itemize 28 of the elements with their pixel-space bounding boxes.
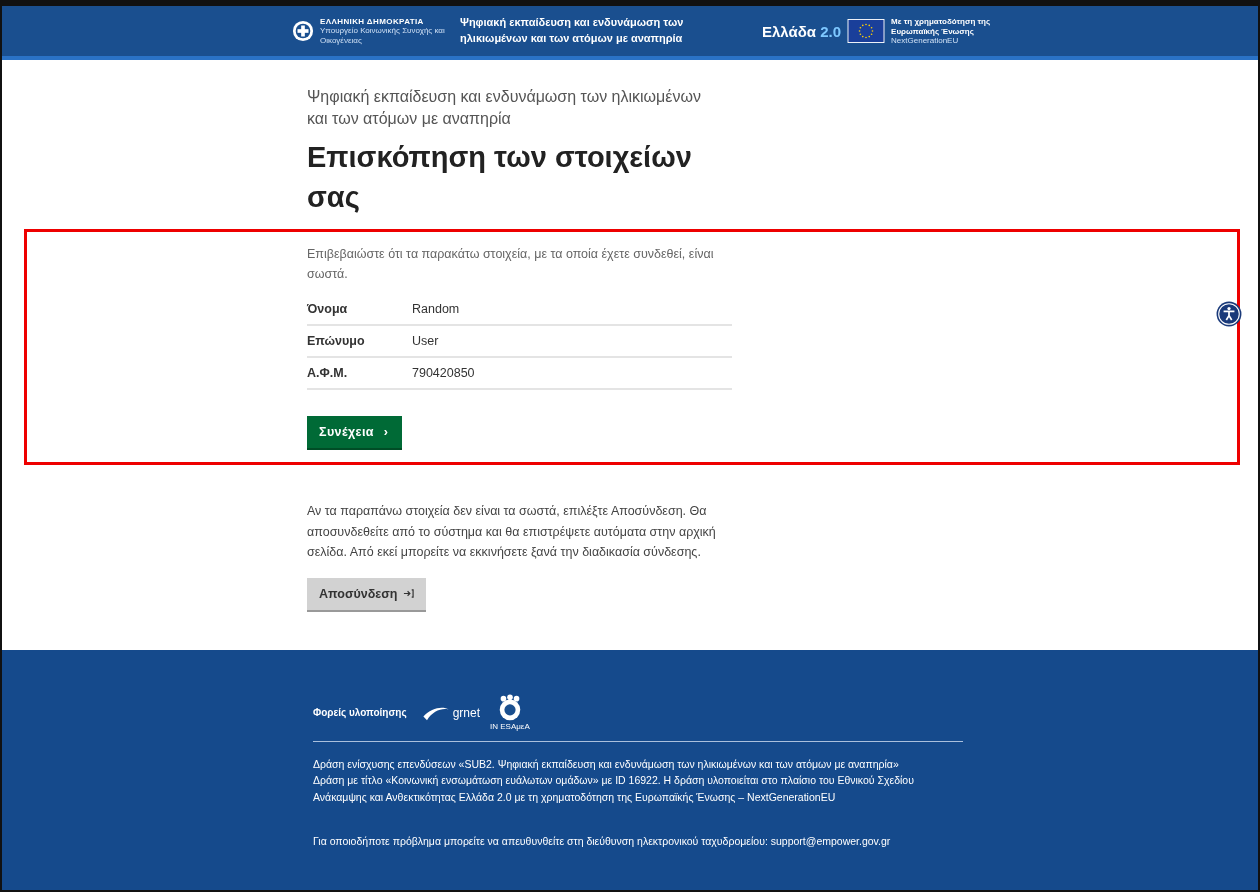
brand-logo: Ελλάδα 2.0 — [762, 22, 842, 40]
detail-label: Όνομα — [307, 301, 349, 316]
intro-text: Επιβεβαιώστε ότι τα παρακάτω στοιχεία, με τα οποία έχετε συνδεθεί, είναι σωστά. — [307, 245, 715, 283]
footer-description: Δράση ενίσχυσης επενδύσεων «SUB2. Ψηφιακή εκπαίδευση και ενδυνάμωση των ηλικιωμένων και των ατόμων με αναπηρία» — [313, 757, 900, 772]
detail-value: 790420850 — [412, 365, 475, 380]
inesamea-logo-text: IN ESAμεA — [490, 722, 530, 731]
detail-value: Random — [412, 301, 460, 316]
contact-text: Για οποιοδήποτε πρόβλημα μπορείτε να απευθυνθείτε στη διεύθυνση ηλεκτρονικού ταχυδρομείου: support@empower.gov.gr — [313, 834, 892, 847]
page-title: Επισκόπηση των στοιχείων σας — [307, 139, 693, 216]
sign-in-arrow-icon — [403, 588, 415, 600]
eu-flag-icon — [847, 19, 886, 43]
continue-button[interactable]: Συνέχεια › — [307, 415, 403, 450]
eu-funding-text: Με τη χρηματοδότηση της Ευρωπαϊκής Ένωσης — [891, 17, 992, 36]
ministry-name: Υπουργείο Κοινωνικής Συνοχής και Οικογένειας — [320, 26, 446, 45]
emblem-icon — [292, 20, 314, 42]
eu-program-text: NextGenerationEU — [891, 35, 959, 45]
ministry-title: ΕΛΛΗΝΙΚΗ ΔΗΜΟΚΡΑΤΙΑ — [320, 17, 425, 27]
grnet-logo-text: grnet — [452, 705, 480, 720]
detail-label: Επώνυμο — [307, 333, 366, 348]
partners-label: Φορείς υλοποίησης — [313, 707, 407, 718]
detail-value: User — [412, 333, 439, 348]
page-subtitle: Ψηφιακή εκπαίδευση και ενδυνάμωση των ηλικιωμένων και των ατόμων με αναπηρία — [307, 87, 702, 130]
accessibility-icon[interactable] — [1216, 301, 1242, 327]
site-title: Ψηφιακή εκπαίδευση και ενδυνάμωση των ηλικιωμένων και των ατόμων με αναπηρία — [460, 15, 685, 46]
detail-label: Α.Φ.Μ. — [307, 365, 349, 380]
footer-description: Δράση με τίτλο «Κοινωνική ενσωμάτωση ευάλωτων ομάδων» με ID 16922. Η δράση υλοποιείται στο πλαίσιο του Εθνικού Σχεδίου Ανάκαμψης και Ανθεκτικότητας Ελλάδα 2.0 με τη χρηματοδότηση της Ευρωπαϊκής Ένωσης – NextGenerationEU — [313, 773, 915, 805]
logout-info-text: Αν τα παραπάνω στοιχεία δεν είναι τα σωστά, επιλέξτε Αποσύνδεση. Θα αποσυνδεθείτε από το σύστημα και θα επιστρέψετε αυτόματα στην αρχική σελίδα. Από εκεί μπορείτε να εκκινήσετε ξανά την διαδικασία σύνδεσης. — [307, 502, 717, 562]
logout-button[interactable]: Αποσύνδεση — [307, 577, 427, 612]
